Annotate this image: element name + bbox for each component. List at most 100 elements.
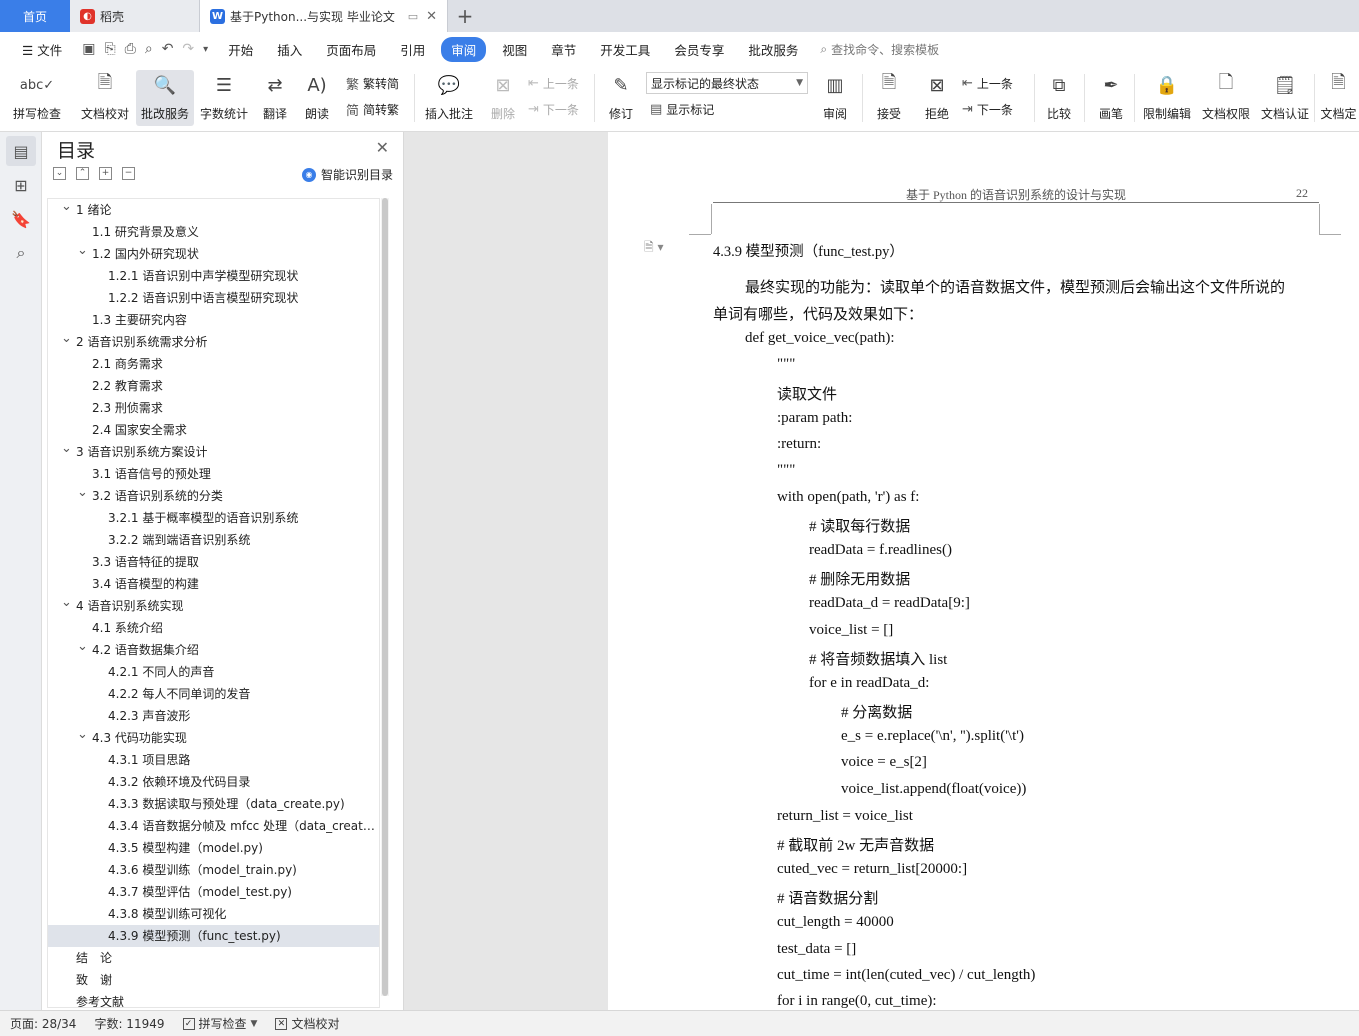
track-changes-button[interactable]: ✎ 修订 [592,70,650,126]
simp-to-trad-button[interactable]: 简 简转繁 [346,98,399,120]
outline-item[interactable]: 2.1 商务需求 [48,353,379,375]
delete-comment-button[interactable]: ⊠ 删除 [474,70,532,126]
menu-layout[interactable]: 页面布局 [314,40,388,59]
menu-developer[interactable]: 开发工具 [588,40,662,59]
outline-item[interactable]: 2.4 国家安全需求 [48,419,379,441]
status-spell-check[interactable]: ✓ 拼写检查 ▼ [182,1015,257,1032]
show-markup-button[interactable]: ▤ 显示标记 [650,98,714,120]
reviewing-pane-button[interactable]: ▥ 审阅 [806,70,864,126]
scrollbar-thumb[interactable] [382,198,388,996]
outline-item[interactable]: 4.3.5 模型构建（model.py) [48,837,379,859]
chevron-down-icon[interactable]: ⌄ [77,243,88,262]
chapter-nav-icon[interactable]: ⊞ [6,170,36,200]
outline-item[interactable]: 1.2.2 语音识别中语言模型研究现状 [48,287,379,309]
redo-icon[interactable]: ↷ [182,41,194,57]
more-icon[interactable]: ▾ [203,44,208,55]
bookmark-icon[interactable]: 🔖 [6,204,36,234]
window-restore-icon[interactable]: ▭ [408,10,418,23]
outline-item[interactable]: 参考文献 [48,991,379,1007]
outline-item[interactable]: 4.3.3 数据读取与预处理（data_create.py) [48,793,379,815]
add-heading-icon[interactable]: + [99,167,112,180]
menu-member[interactable]: 会员专享 [662,40,736,59]
menu-correction[interactable]: 批改服务 [736,40,810,59]
chevron-down-icon[interactable]: ⌄ [77,485,88,504]
collapse-all-icon[interactable]: ⌃ [76,167,89,180]
spell-check-button[interactable]: abc✓ 拼写检查 [8,70,66,126]
menu-review[interactable]: 审阅 [441,36,487,62]
read-aloud-button[interactable]: A) 朗读 [288,70,346,126]
outline-item[interactable]: 4.3.4 语音数据分帧及 mfcc 处理（data_create ... [48,815,379,837]
finalize-button[interactable]: 🗎 文档定 [1318,70,1359,126]
outline-item[interactable]: ⌄ 3 语音识别系统方案设计 [48,441,379,463]
outline-item[interactable]: 1.3 主要研究内容 [48,309,379,331]
outline-item[interactable]: 1.1 研究背景及意义 [48,221,379,243]
outline-item[interactable]: 4.2.2 每人不同单词的发音 [48,683,379,705]
outline-item[interactable]: 致 谢 [48,969,379,991]
next-change-button[interactable]: ⇥ 下一条 [962,98,1013,120]
print-icon[interactable]: ⎙ [125,41,136,57]
menu-start[interactable]: 开始 [216,40,265,59]
tab-document[interactable]: W 基于Python...与实现 毕业论文 ▭ ✕ [200,0,448,32]
outline-item[interactable]: 3.2.1 基于概率模型的语音识别系统 [48,507,379,529]
save-icon[interactable]: ▣ [82,41,95,57]
outline-item[interactable]: ⌄ 3.2 语音识别系统的分类 [48,485,379,507]
undo-icon[interactable]: ↶ [162,41,174,57]
export-pdf-icon[interactable]: ⎘ [104,41,115,57]
chevron-down-icon[interactable]: ⌄ [61,595,72,614]
outline-item[interactable]: 结 论 [48,947,379,969]
outline-item[interactable]: 4.3.6 模型训练（model_train.py) [48,859,379,881]
outline-item[interactable]: 3.3 语音特征的提取 [48,551,379,573]
compare-button[interactable]: ⧉ 比较 [1030,70,1088,126]
outline-item[interactable]: 4.1 系统介绍 [48,617,379,639]
outline-item[interactable]: ⌄ 4 语音识别系统实现 [48,595,379,617]
chevron-down-icon[interactable]: ⌄ [61,331,72,350]
menu-insert[interactable]: 插入 [265,40,314,59]
correction-service-button[interactable]: 🔍 批改服务 [136,70,194,126]
menu-view[interactable]: 视图 [490,40,539,59]
outline-item[interactable]: 4.2.1 不同人的声音 [48,661,379,683]
chevron-down-icon[interactable]: ⌄ [61,441,72,460]
file-menu[interactable]: ☰ 文件 [10,40,74,59]
outline-item[interactable]: 2.2 教育需求 [48,375,379,397]
new-tab-button[interactable]: + [448,0,482,32]
prev-comment-button[interactable]: ⇤ 上一条 [528,72,579,94]
outline-item[interactable]: 2.3 刑侦需求 [48,397,379,419]
remove-heading-icon[interactable]: − [122,167,135,180]
proofread-button[interactable]: 🗎 文档校对 [76,70,134,126]
document-rights-button[interactable]: 🗋 文档权限 [1197,70,1255,126]
outline-scrollbar[interactable] [381,198,389,996]
word-count-button[interactable]: ☰ 字数统计 [195,70,253,126]
outline-item[interactable]: ⌄ 4.3 代码功能实现 [48,727,379,749]
chevron-down-icon[interactable]: ⌄ [61,199,72,218]
chevron-down-icon[interactable]: ⌄ [77,639,88,658]
markup-state-select[interactable]: 显示标记的最终状态 ▼ [646,72,808,94]
close-tab-icon[interactable]: ✕ [426,9,437,24]
outline-icon[interactable]: ▤ [6,136,36,166]
status-proofread[interactable]: ✕ 文档校对 [275,1015,339,1032]
outline-item[interactable]: 4.3.2 依赖环境及代码目录 [48,771,379,793]
command-search[interactable]: ⌕ 查找命令、搜索模板 [820,41,939,58]
search-icon[interactable]: ⌕ [6,238,36,268]
outline-item[interactable]: ⌄ 4.2 语音数据集介绍 [48,639,379,661]
tab-docer[interactable]: ◐ 稻壳 [70,0,200,32]
outline-item[interactable]: 3.1 语音信号的预处理 [48,463,379,485]
paragraph-options-icon[interactable]: 🗎 ▾ [644,238,664,259]
menu-references[interactable]: 引用 [388,40,437,59]
expand-all-icon[interactable]: ⌄ [53,167,66,180]
outline-item[interactable]: 3.4 语音模型的构建 [48,573,379,595]
outline-item[interactable]: 4.3.7 模型评估（model_test.py) [48,881,379,903]
word-count-indicator[interactable]: 字数: 11949 [94,1015,164,1032]
outline-item[interactable]: 4.3.9 模型预测（func_test.py) [48,925,379,947]
smart-toc-button[interactable]: ◉ 智能识别目录 [301,166,393,183]
pen-button[interactable]: ✒ 画笔 [1082,70,1140,126]
outline-item[interactable]: 3.2.2 端到端语音识别系统 [48,529,379,551]
tab-home[interactable]: 首页 [0,0,70,32]
restrict-editing-button[interactable]: 🔒 限制编辑 [1138,70,1196,126]
insert-comment-button[interactable]: 💬 插入批注 [420,70,478,126]
prev-change-button[interactable]: ⇤ 上一条 [962,72,1013,94]
outline-item[interactable]: 4.3.1 项目思路 [48,749,379,771]
reject-button[interactable]: ⊠ 拒绝 [908,70,966,126]
menu-chapter[interactable]: 章节 [539,40,588,59]
document-certify-button[interactable]: 🗒 文档认证 [1256,70,1314,126]
chevron-down-icon[interactable]: ⌄ [77,727,88,746]
